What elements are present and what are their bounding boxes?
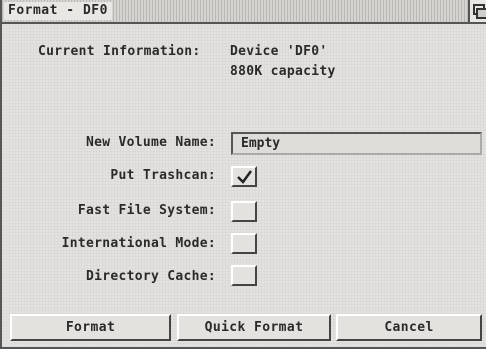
volume-name-input[interactable]: Empty [231, 132, 482, 155]
quick-format-button[interactable]: Quick Format [177, 314, 331, 341]
international-mode-label: International Mode: [61, 236, 216, 251]
directory-cache-label: Directory Cache: [85, 269, 216, 284]
checkmark-icon [237, 170, 253, 184]
format-button[interactable]: Format [10, 314, 171, 341]
put-trashcan-label: Put Trashcan: [110, 168, 216, 183]
title-bar[interactable]: Format - DF0 [2, 0, 486, 24]
capacity-value: 880K capacity [230, 64, 336, 79]
format-window: Format - DF0 Current Information: Device… [0, 0, 486, 349]
fast-file-system-checkbox[interactable] [231, 201, 257, 222]
put-trashcan-checkbox[interactable] [231, 166, 257, 187]
window-title: Format - DF0 [4, 2, 112, 20]
depth-gadget-icon[interactable] [468, 0, 486, 22]
directory-cache-checkbox[interactable] [231, 265, 257, 286]
current-info-label: Current Information: [38, 44, 201, 59]
cancel-button[interactable]: Cancel [336, 314, 482, 341]
volume-name-label: New Volume Name: [85, 135, 216, 150]
international-mode-checkbox[interactable] [231, 233, 257, 254]
device-value: Device 'DF0' [230, 44, 328, 59]
fast-file-system-label: Fast File System: [77, 203, 216, 218]
